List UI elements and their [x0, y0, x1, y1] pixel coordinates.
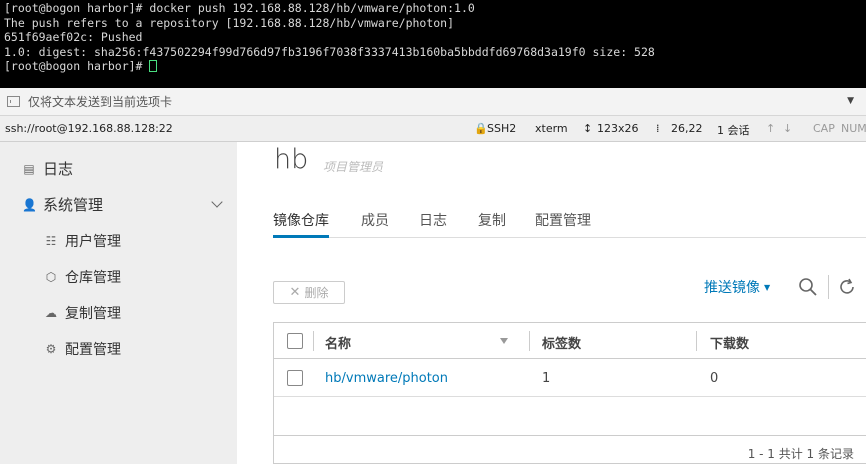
table-footer: 1 - 1 共计 1 条记录: [274, 435, 866, 464]
delete-button[interactable]: ✕ 删除: [273, 281, 345, 304]
project-role: 项目管理员: [323, 160, 384, 174]
column-divider: [529, 331, 530, 351]
sidebar-item-label: 复制管理: [65, 306, 121, 322]
dropdown-arrow-icon[interactable]: ▼: [847, 96, 854, 106]
terminal-line: [root@bogon harbor]# docker push 192.168…: [4, 1, 475, 15]
terminal-size: 123x26: [597, 122, 639, 135]
session-count: 1 会话: [717, 124, 750, 137]
toolbar-divider: [828, 275, 829, 299]
column-name[interactable]: 名称: [325, 333, 351, 352]
sidebar-item-label: 仓库管理: [65, 270, 121, 286]
terminal-line: The push refers to a repository [192.168…: [4, 15, 455, 30]
gear-icon: ⚙: [45, 342, 57, 356]
terminal-prompt: [root@bogon harbor]#: [4, 59, 150, 74]
resize-icon: ↕: [583, 122, 593, 135]
sidebar-item-label: 日志: [43, 160, 74, 178]
table-row: hb/vmware/photon 1 0: [274, 359, 866, 397]
send-text-label: 仅将文本发送到当前选项卡: [28, 95, 173, 109]
search-icon[interactable]: [798, 277, 818, 297]
filter-icon[interactable]: [500, 338, 508, 344]
sidebar: ▤ 日志 👤 系统管理 ☷ 用户管理 ⬡ 仓库管理 ☁ 复制管理 ⚙ 配置管理: [0, 142, 237, 464]
terminal-line: 1.0: digest: sha256:f437502294f99d766d97…: [4, 44, 655, 59]
sidebar-item-repo-management[interactable]: ⬡ 仓库管理: [44, 267, 121, 287]
column-divider: [696, 331, 697, 351]
terminal-prompt-line: [root@bogon harbor]#: [4, 59, 862, 74]
session-status-bar: ssh://root@192.168.88.128:22 🔒 SSH2 xter…: [0, 116, 866, 142]
tab-replication[interactable]: 复制: [478, 210, 506, 238]
terminal-icon: [7, 96, 20, 107]
caps-lock-indicator: CAP: [813, 122, 835, 135]
sidebar-item-system-admin[interactable]: 👤 系统管理: [22, 194, 103, 215]
tag-count: 1: [542, 371, 551, 386]
scroll-up-icon: ↑: [766, 122, 776, 135]
select-all-checkbox[interactable]: [287, 333, 303, 349]
cube-icon: ⬡: [45, 270, 57, 284]
document-icon: ▤: [23, 161, 35, 176]
column-tags[interactable]: 标签数: [542, 333, 581, 352]
tab-configuration[interactable]: 配置管理: [535, 210, 591, 238]
push-image-label: 推送镜像: [704, 280, 760, 296]
cursor-position: 26,22: [671, 122, 703, 135]
main-content: hb 项目管理员 镜像仓库 成员 日志 复制 配置管理 ✕ 删除 推送镜像 ▼ …: [237, 142, 866, 464]
tab-logs[interactable]: 日志: [419, 210, 447, 238]
sidebar-item-config-management[interactable]: ⚙ 配置管理: [44, 339, 121, 359]
delete-button-label: 删除: [304, 286, 329, 300]
tab-repositories[interactable]: 镜像仓库: [273, 210, 329, 238]
terminal-cursor: [149, 60, 158, 73]
terminal-type: xterm: [535, 122, 568, 135]
record-count: 1 - 1 共计 1 条记录: [747, 447, 854, 461]
pull-count: 0: [710, 371, 719, 386]
sidebar-item-label: 系统管理: [43, 196, 104, 214]
scroll-down-icon: ↓: [783, 122, 793, 135]
sidebar-item-logs[interactable]: ▤ 日志: [22, 158, 73, 179]
repo-name-link[interactable]: hb/vmware/photon: [325, 371, 448, 386]
project-title: hb: [274, 144, 309, 175]
refresh-icon[interactable]: [837, 277, 857, 297]
sidebar-item-user-management[interactable]: ☷ 用户管理: [44, 231, 121, 251]
sidebar-item-replication-management[interactable]: ☁ 复制管理: [44, 303, 121, 323]
table-header: 名称 标签数 下载数: [274, 323, 866, 359]
connection-address: ssh://root@192.168.88.128:22: [5, 122, 173, 135]
close-icon: ✕: [289, 285, 301, 300]
group-icon: ☷: [45, 234, 57, 248]
lock-icon: 🔒: [474, 122, 488, 135]
users-icon: 👤: [22, 197, 37, 212]
sidebar-item-label: 配置管理: [65, 342, 121, 358]
tab-members[interactable]: 成员: [361, 210, 389, 238]
sidebar-item-label: 用户管理: [65, 234, 121, 250]
row-checkbox[interactable]: [287, 370, 303, 386]
protocol-label: SSH2: [487, 122, 517, 135]
chevron-down-icon: ▼: [764, 282, 771, 292]
project-tabs: 镜像仓库 成员 日志 复制 配置管理: [273, 210, 866, 238]
column-pulls[interactable]: 下载数: [710, 333, 749, 352]
terminal-line: 651f69aef02c: Pushed: [4, 30, 143, 45]
num-lock-indicator: NUM: [841, 122, 866, 135]
cloud-icon: ☁: [45, 306, 57, 320]
chevron-down-icon[interactable]: [211, 196, 223, 208]
send-text-bar[interactable]: 仅将文本发送到当前选项卡 ▼: [0, 88, 866, 116]
column-divider: [313, 331, 314, 351]
cursor-icon: ⁞: [656, 122, 660, 135]
repository-table: 名称 标签数 下载数 hb/vmware/photon 1 0 1 - 1 共计…: [273, 322, 866, 464]
terminal-output[interactable]: [root@bogon harbor]# docker push 192.168…: [0, 0, 866, 88]
push-image-button[interactable]: 推送镜像 ▼: [704, 277, 770, 297]
